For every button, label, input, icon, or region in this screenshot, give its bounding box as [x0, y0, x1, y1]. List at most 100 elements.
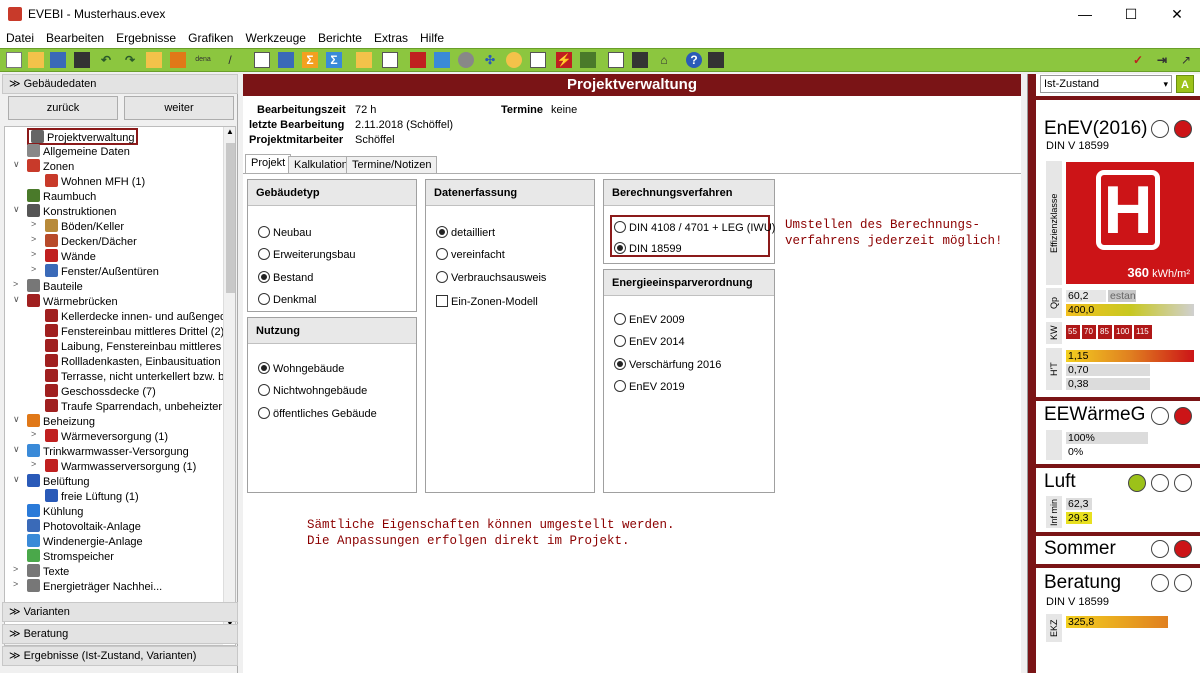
varianten-section[interactable]: ≫ Varianten	[2, 602, 238, 622]
money-icon[interactable]	[580, 52, 596, 68]
radio-nichtwohngebaeude[interactable]	[258, 384, 270, 396]
option-denkmal[interactable]: Denkmal	[258, 293, 316, 307]
radio-verbrauchsausweis[interactable]	[436, 271, 448, 283]
pen-icon[interactable]: /	[222, 52, 238, 68]
radio-neubau[interactable]	[258, 226, 270, 238]
tree-item[interactable]: Stromspeicher	[27, 549, 114, 564]
tree-expander-icon[interactable]: >	[31, 459, 41, 469]
tree-item[interactable]: Belüftung	[27, 474, 89, 489]
radio-din-4108[interactable]	[614, 221, 626, 233]
tree-item[interactable]: Wohnen MFH (1)	[45, 174, 145, 189]
undo-icon[interactable]: ↶	[98, 52, 114, 68]
print-icon[interactable]	[632, 52, 648, 68]
redo-icon[interactable]: ↷	[122, 52, 138, 68]
tree-item[interactable]: Decken/Dächer	[45, 234, 137, 249]
tree-expander-icon[interactable]: >	[31, 234, 41, 244]
radio-enev-2019[interactable]	[614, 380, 626, 392]
tree-item[interactable]: Wärmeversorgung (1)	[45, 429, 168, 444]
option-enev-2019[interactable]: EnEV 2019	[614, 380, 685, 394]
tree-item[interactable]: freie Lüftung (1)	[45, 489, 139, 504]
radio-denkmal[interactable]	[258, 293, 270, 305]
option-neubau[interactable]: Neubau	[258, 226, 312, 240]
menu-berichte[interactable]: Berichte	[312, 28, 368, 48]
tree-item[interactable]: Bauteile	[27, 279, 83, 294]
option-enev-2009[interactable]: EnEV 2009	[614, 313, 685, 327]
meter-icon[interactable]	[458, 52, 474, 68]
variant-select[interactable]: Ist-Zustand ▾	[1040, 75, 1172, 93]
menu-grafiken[interactable]: Grafiken	[182, 28, 239, 48]
tree-item[interactable]: Böden/Keller	[45, 219, 124, 234]
tree-item[interactable]: Beheizung	[27, 414, 95, 429]
ergebnisse-section[interactable]: ≫ Ergebnisse (Ist-Zustand, Varianten)	[2, 646, 238, 666]
tree-item[interactable]: Warmwasserversorgung (1)	[45, 459, 196, 474]
menu-hilfe[interactable]: Hilfe	[414, 28, 450, 48]
radio-detailliert[interactable]	[436, 226, 448, 238]
import-icon[interactable]	[50, 52, 66, 68]
tree-item[interactable]: Laibung, Fenstereinbau mittleres D	[45, 339, 232, 354]
option-oeffentliches-gebaeude[interactable]: öffentliches Gebäude	[258, 407, 377, 421]
enter-icon[interactable]: ⇥	[1154, 52, 1170, 68]
panel-icon[interactable]	[530, 52, 546, 68]
tree-expander-icon[interactable]: ∨	[13, 204, 23, 215]
tree-expander-icon[interactable]: ∨	[13, 414, 23, 425]
tree-item[interactable]: Fenstereinbau mittleres Drittel (2)	[45, 324, 224, 339]
sigma-orange-icon[interactable]: Σ	[302, 52, 318, 68]
tree-item[interactable]: Allgemeine Daten	[27, 144, 130, 159]
option-din-4108[interactable]: DIN 4108 / 4701 + LEG (IWU)	[614, 221, 775, 235]
grid-icon[interactable]	[434, 52, 450, 68]
option-vereinfacht[interactable]: vereinfacht	[436, 248, 505, 262]
tree-item[interactable]: Trinkwarmwasser-Versorgung	[27, 444, 189, 459]
radio-oeffentliches-gebaeude[interactable]	[258, 407, 270, 419]
menu-bearbeiten[interactable]: Bearbeiten	[40, 28, 110, 48]
tree-expander-icon[interactable]: >	[31, 429, 41, 439]
option-din-18599[interactable]: DIN 18599	[614, 242, 682, 256]
minimize-button[interactable]: —	[1062, 0, 1108, 28]
new-file-icon[interactable]	[6, 52, 22, 68]
radio-bestand[interactable]	[258, 271, 270, 283]
tree-expander-icon[interactable]: >	[31, 264, 41, 274]
tree-vertical-scrollbar[interactable]: ▲ ▼	[223, 127, 235, 632]
option-erweiterungsbau[interactable]: Erweiterungsbau	[258, 248, 356, 262]
tree-expander-icon[interactable]: >	[13, 579, 23, 589]
upload-icon[interactable]	[146, 52, 162, 68]
ein-zonen-modell-checkbox[interactable]: Ein-Zonen-Modell	[436, 295, 538, 309]
gebaeudedaten-header[interactable]: ≫ Gebäudedaten	[2, 74, 238, 94]
option-nichtwohngebaeude[interactable]: Nichtwohngebäude	[258, 384, 367, 398]
scroll-up-icon[interactable]: ▲	[226, 127, 234, 136]
export-icon[interactable]	[170, 52, 186, 68]
tree-expander-icon[interactable]: ∨	[13, 294, 23, 305]
tree-item[interactable]: Photovoltaik-Anlage	[27, 519, 141, 534]
tree-expander-icon[interactable]: >	[31, 219, 41, 229]
ein-zonen-modell-box[interactable]	[436, 295, 448, 307]
tree-item[interactable]: Raumbuch	[27, 189, 96, 204]
option-verschaerfung-2016[interactable]: Verschärfung 2016	[614, 358, 721, 372]
tree-item[interactable]: Kellerdecke innen- und außengedä	[45, 309, 232, 324]
tree-item[interactable]: Konstruktionen	[27, 204, 116, 219]
radio-din-18599[interactable]	[614, 242, 626, 254]
tab-termine-notizen[interactable]: Termine/Notizen	[346, 156, 438, 174]
maximize-button[interactable]: ☐	[1108, 0, 1154, 28]
tree-item[interactable]: Texte	[27, 564, 69, 579]
help-icon[interactable]: ?	[686, 52, 702, 68]
sun-icon[interactable]	[506, 52, 522, 68]
tree-item[interactable]: Kühlung	[27, 504, 83, 519]
tree-item[interactable]: Terrasse, nicht unterkellert bzw. be	[45, 369, 230, 384]
tree-icon[interactable]	[356, 52, 372, 68]
forward-button[interactable]: weiter	[124, 96, 234, 120]
document-icon[interactable]	[254, 52, 270, 68]
list-icon[interactable]	[278, 52, 294, 68]
radio-verschaerfung-2016[interactable]	[614, 358, 626, 370]
tree-item[interactable]: Energieträger Nachhei...	[27, 579, 162, 594]
tree-expander-icon[interactable]: ∨	[13, 444, 23, 455]
tree-item[interactable]: Zonen	[27, 159, 74, 174]
radio-enev-2009[interactable]	[614, 313, 626, 325]
beratung-section[interactable]: ≫ Beratung	[2, 624, 238, 644]
back-button[interactable]: zurück	[8, 96, 118, 120]
menu-werkzeuge[interactable]: Werkzeuge	[239, 28, 311, 48]
tree-item[interactable]: Wände	[45, 249, 96, 264]
tree-item[interactable]: Fenster/Außentüren	[45, 264, 159, 279]
dena-icon[interactable]: dena	[192, 52, 214, 68]
tab-projekt[interactable]: Projekt	[245, 154, 292, 174]
radio-vereinfacht[interactable]	[436, 248, 448, 260]
radio-enev-2014[interactable]	[614, 335, 626, 347]
